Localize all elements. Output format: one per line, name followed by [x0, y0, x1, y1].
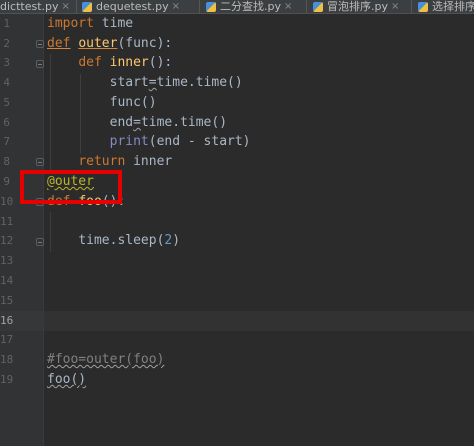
tab-dequetest[interactable]: dequetest.py × — [82, 0, 180, 13]
code-line-19: foo() — [47, 370, 86, 390]
line-number: 18 — [0, 353, 14, 366]
decorator-highlight-box — [20, 170, 122, 204]
code-text: (): — [148, 55, 173, 70]
tab-label: 选择排序 — [432, 0, 474, 13]
keyword: return — [78, 154, 126, 169]
code-text: foo() — [47, 372, 87, 387]
fold-marker-icon[interactable] — [36, 40, 44, 48]
builtin-function: print — [109, 134, 149, 149]
tab-separator — [199, 0, 200, 13]
code-line-12: time.sleep(2) — [47, 231, 180, 251]
close-icon[interactable]: × — [62, 0, 70, 13]
line-number: 14 — [0, 274, 14, 287]
keyword: def — [47, 36, 71, 51]
line-number: 11 — [0, 215, 14, 228]
current-line-highlight — [0, 311, 474, 331]
code-line-8: return inner — [47, 152, 172, 172]
gutter-divider — [43, 14, 44, 446]
code-editor[interactable]: 1 2 3 4 5 6 7 8 9 10 11 12 13 14 15 16 1… — [0, 14, 474, 446]
fold-marker-icon[interactable] — [36, 60, 44, 68]
code-text: func() — [109, 95, 157, 110]
line-number: 5 — [3, 96, 10, 109]
code-line-1: import time — [47, 14, 133, 34]
code-line-2: def outer(func): — [47, 34, 172, 54]
line-number: 1 — [3, 17, 10, 30]
tab-separator — [76, 0, 77, 13]
code-line-7: print(end - start) — [47, 132, 251, 152]
code-line-3: def inner(): — [47, 53, 172, 73]
close-icon[interactable]: × — [284, 0, 292, 13]
tab-dicttest[interactable]: dicttest.py × — [0, 0, 70, 13]
tab-label: 二分查找.py — [220, 0, 281, 13]
line-number: 4 — [3, 76, 10, 89]
code-text: time.time() — [140, 115, 228, 130]
code-line-4: start=time.time() — [47, 73, 243, 93]
python-file-icon — [82, 1, 92, 12]
code-text: time — [93, 16, 134, 31]
editor-tab-bar: dicttest.py × dequetest.py × 二分查找.py × 冒… — [0, 0, 474, 14]
line-number: 9 — [3, 175, 10, 188]
tab-bubble-sort[interactable]: 冒泡排序.py × — [313, 0, 399, 13]
close-icon[interactable]: × — [172, 0, 180, 13]
code-text: ) — [172, 233, 181, 248]
function-name: inner — [109, 55, 149, 70]
code-text: start — [109, 75, 149, 90]
operator: = — [148, 75, 157, 90]
fold-marker-icon[interactable] — [36, 238, 44, 246]
tab-separator — [411, 0, 412, 13]
tab-selection-sort[interactable]: 选择排序 — [418, 0, 474, 13]
operator: = — [133, 115, 141, 130]
tab-label: dequetest.py — [96, 0, 169, 13]
line-number: 17 — [0, 333, 14, 346]
code-line-6: end=time.time() — [47, 113, 227, 133]
line-number: 2 — [3, 37, 10, 50]
line-number: 3 — [3, 56, 10, 69]
python-file-icon — [313, 1, 323, 12]
code-text: time.time() — [156, 75, 243, 90]
keyword: import — [47, 16, 94, 31]
line-number: 15 — [0, 294, 14, 307]
code-text: end — [109, 115, 134, 130]
tab-binary-search[interactable]: 二分查找.py × — [206, 0, 292, 13]
tab-label: dicttest.py — [0, 0, 59, 13]
line-number: 19 — [0, 373, 14, 386]
line-number: 8 — [3, 155, 10, 168]
line-number-active: 16 — [0, 314, 14, 327]
line-number: 6 — [3, 116, 10, 129]
code-text: inner — [125, 154, 173, 169]
keyword: def — [78, 55, 102, 70]
python-file-icon — [418, 1, 428, 12]
comment: #foo=outer(foo) — [47, 352, 165, 367]
line-number: 12 — [0, 234, 14, 247]
tab-separator — [306, 0, 307, 13]
code-text: (end - start) — [148, 134, 251, 149]
code-line-5: func() — [47, 93, 157, 113]
line-number: 7 — [3, 135, 10, 148]
python-file-icon — [206, 1, 216, 12]
line-number: 13 — [0, 254, 14, 267]
fold-marker-icon[interactable] — [36, 158, 44, 166]
line-number: 10 — [0, 195, 14, 208]
code-text: (func): — [117, 36, 173, 51]
close-icon[interactable]: × — [391, 0, 399, 13]
code-line-18: #foo=outer(foo) — [47, 350, 164, 370]
tab-label: 冒泡排序.py — [327, 0, 388, 13]
function-name: outer — [78, 36, 118, 51]
code-text: time.sleep( — [78, 233, 165, 248]
